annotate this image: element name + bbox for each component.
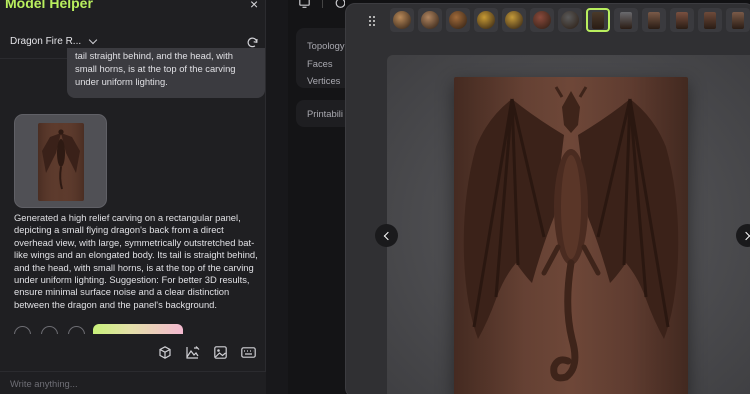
- input-toolbar: [156, 345, 257, 360]
- toolbar-separator: [322, 0, 323, 8]
- model-name: Dragon Fire R...: [10, 36, 82, 47]
- model-info-column: Topology Faces Vertices Printabili: [288, 0, 345, 394]
- image-edit-icon[interactable]: [184, 345, 201, 360]
- faces-label: Faces: [307, 57, 333, 69]
- previous-image-button[interactable]: [375, 224, 398, 247]
- dragon-carving-image: [454, 77, 688, 394]
- medallion-preview: [393, 11, 411, 29]
- thumbnail-9[interactable]: [614, 8, 638, 32]
- chat-input-area: [0, 371, 266, 394]
- thumbnail-5[interactable]: [502, 8, 526, 32]
- preview-panel: [345, 3, 750, 394]
- thumbnail-6[interactable]: [530, 8, 554, 32]
- thumbnail-8[interactable]: [586, 8, 610, 32]
- medallion-preview: [533, 11, 551, 29]
- thumbnail-11[interactable]: [670, 8, 694, 32]
- user-message-bubble: tail straight behind, and the head, with…: [67, 48, 265, 98]
- vertices-label: Vertices: [307, 75, 341, 86]
- medallion-preview: [477, 11, 495, 29]
- generated-image-thumbnail[interactable]: [14, 114, 107, 208]
- model-dropdown[interactable]: Dragon Fire R...: [10, 35, 98, 47]
- thumbnail-12[interactable]: [698, 8, 722, 32]
- panel-preview: [620, 11, 632, 29]
- medallion-preview: [561, 11, 579, 29]
- close-icon[interactable]: ×: [250, 0, 258, 12]
- panel-preview: [648, 11, 660, 29]
- image-add-icon[interactable]: [212, 345, 229, 360]
- thumbnail-7[interactable]: [558, 8, 582, 32]
- chat-input[interactable]: [10, 378, 250, 389]
- globe-icon[interactable]: [335, 0, 345, 8]
- cube-icon[interactable]: [156, 345, 173, 360]
- topology-label: Topology: [307, 40, 345, 51]
- chevron-down-icon: [88, 35, 98, 45]
- assistant-message-text: Generated a high relief carving on a rec…: [14, 212, 258, 310]
- panel-preview: [676, 11, 688, 29]
- panel-gutter: [266, 0, 288, 394]
- model-helper-panel: Model Helper × Dragon Fire R... tail str…: [0, 0, 266, 394]
- dislike-icon[interactable]: [68, 326, 85, 334]
- chevron-left-icon: [383, 231, 393, 240]
- panel-preview: [592, 11, 604, 29]
- thumbnail-4[interactable]: [474, 8, 498, 32]
- keyboard-icon[interactable]: [240, 345, 257, 360]
- thumbnail-3[interactable]: [446, 8, 470, 32]
- view-toolbar: [299, 0, 345, 8]
- chevron-right-icon: [741, 231, 750, 240]
- panel-preview: [732, 11, 744, 29]
- drag-handle-icon[interactable]: [368, 15, 376, 27]
- thumbnail-10[interactable]: [642, 8, 666, 32]
- printability-label: Printabili: [307, 108, 343, 119]
- printability-card[interactable]: Printabili: [296, 100, 345, 127]
- image-viewer: [387, 55, 750, 394]
- model-stats-card: Topology Faces Vertices: [296, 28, 345, 88]
- thumbnail-1[interactable]: [390, 8, 414, 32]
- thumbnail-13[interactable]: [726, 8, 750, 32]
- user-message-text: tail straight behind, and the head, with…: [75, 50, 236, 87]
- thumbnail-strip: [390, 8, 750, 32]
- gradient-action-button[interactable]: [93, 324, 183, 334]
- medallion-preview: [421, 11, 439, 29]
- copy-icon[interactable]: [14, 326, 31, 334]
- thumbnail-2[interactable]: [418, 8, 442, 32]
- like-icon[interactable]: [41, 326, 58, 334]
- panel-preview: [704, 11, 716, 29]
- medallion-preview: [449, 11, 467, 29]
- medallion-preview: [505, 11, 523, 29]
- message-actions: [14, 326, 85, 334]
- dragon-thumbnail-image: [38, 123, 84, 201]
- panel-title: Model Helper: [5, 0, 93, 11]
- monitor-icon[interactable]: [299, 0, 310, 8]
